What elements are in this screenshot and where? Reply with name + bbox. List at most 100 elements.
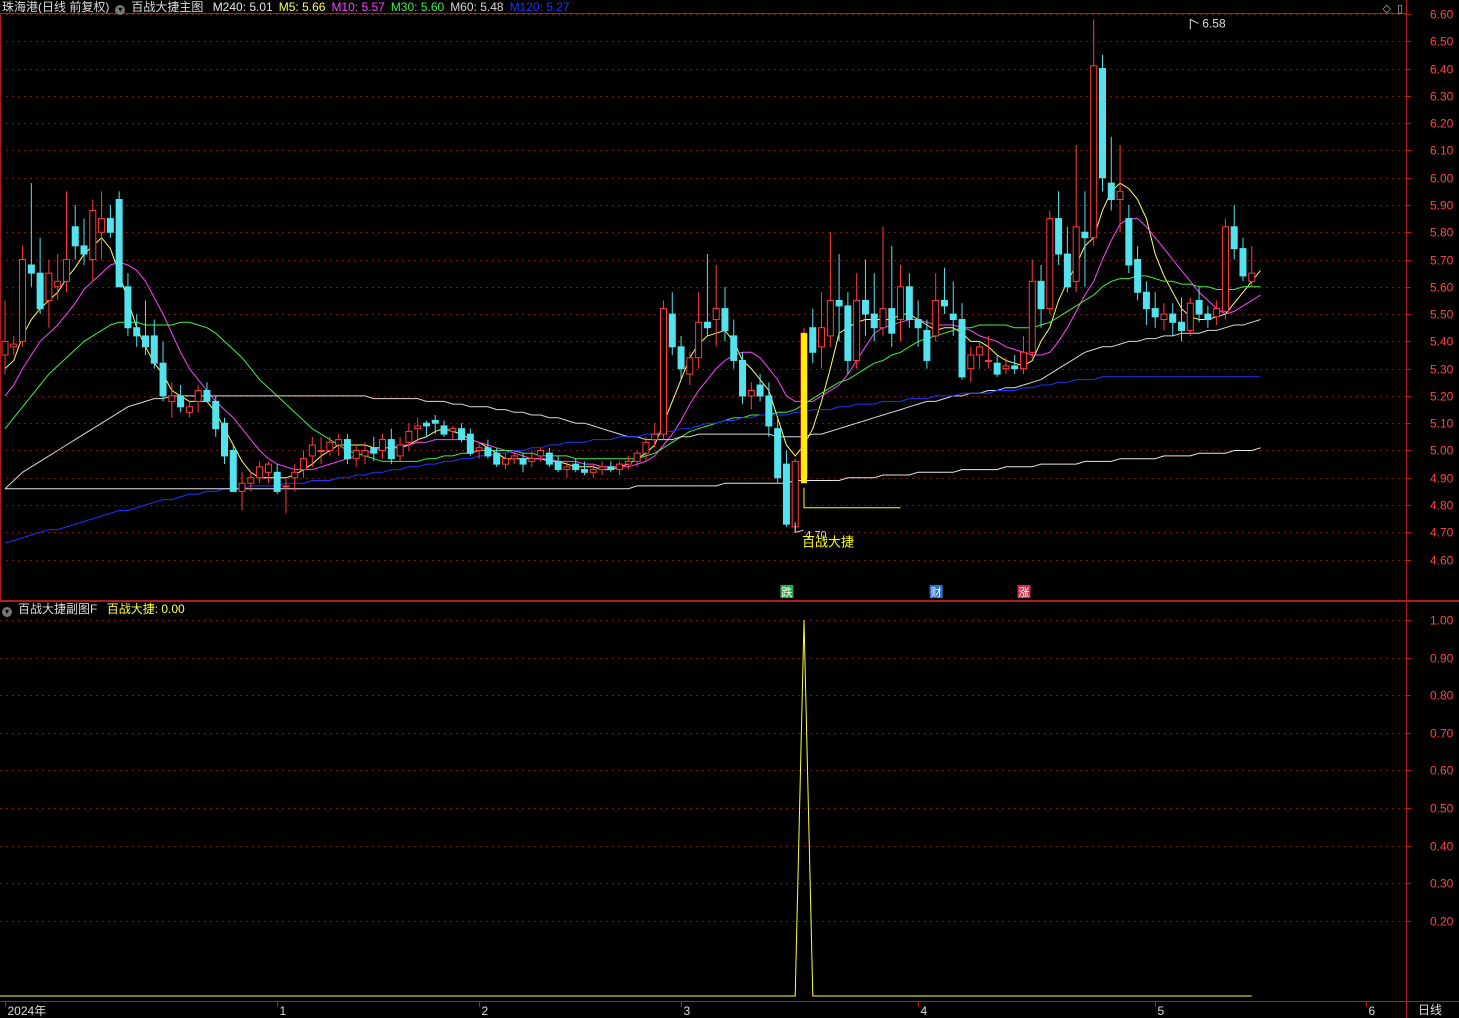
candle bbox=[993, 355, 1001, 377]
candle-body bbox=[1037, 280, 1045, 310]
candle-body bbox=[273, 471, 281, 492]
event-marker[interactable]: 财 bbox=[929, 585, 943, 599]
candle bbox=[71, 204, 79, 260]
candle-body bbox=[1160, 313, 1168, 321]
candle bbox=[405, 423, 413, 451]
moving-averages bbox=[4, 182, 1261, 544]
candle-body bbox=[484, 447, 492, 457]
candle-body bbox=[598, 466, 606, 471]
candle-body bbox=[106, 218, 114, 233]
candle bbox=[1107, 136, 1115, 211]
candle bbox=[449, 425, 457, 440]
diamond-icon[interactable]: ◇ bbox=[1382, 3, 1390, 15]
event-marker[interactable]: 跌 bbox=[780, 585, 794, 599]
candle-body bbox=[809, 327, 817, 353]
candle bbox=[923, 319, 931, 369]
candle-body bbox=[528, 458, 536, 462]
candle-body bbox=[537, 449, 545, 457]
candle-body bbox=[642, 441, 650, 454]
candle-body bbox=[870, 313, 878, 329]
candle bbox=[1, 300, 9, 375]
candle-body bbox=[493, 452, 501, 465]
candle bbox=[1204, 305, 1212, 328]
candle bbox=[712, 264, 720, 347]
candle-body bbox=[150, 335, 158, 364]
candle-body bbox=[343, 439, 351, 460]
indicator-menu-icon[interactable]: ▾ bbox=[115, 5, 126, 15]
main-y-tick-label: 6.60 bbox=[1430, 8, 1454, 22]
candle-body bbox=[440, 425, 448, 435]
sub-grid: 1.00 0.90 0.80 0.70 0.60 0.50 0.40 0.30 0.20 bbox=[0, 614, 1454, 929]
period-label[interactable]: 日线 bbox=[1418, 1003, 1442, 1017]
candle bbox=[818, 292, 826, 369]
candle-body bbox=[1063, 253, 1071, 288]
stock-title[interactable]: 珠海港(日线 前复权) bbox=[2, 0, 109, 14]
candle bbox=[765, 382, 773, 437]
sub-indicator-menu-icon[interactable]: ▾ bbox=[2, 607, 12, 617]
candle bbox=[1142, 281, 1150, 325]
candle bbox=[379, 434, 387, 459]
candle-body bbox=[291, 471, 299, 479]
sub-y-tick-label: 0.70 bbox=[1430, 727, 1454, 741]
candle bbox=[870, 273, 878, 342]
candle-body bbox=[89, 209, 97, 261]
candle-body bbox=[853, 299, 861, 361]
candle-body bbox=[10, 343, 18, 348]
candle-body bbox=[1204, 313, 1212, 321]
candle bbox=[458, 423, 466, 443]
candle bbox=[45, 259, 53, 328]
candle-body bbox=[563, 466, 571, 471]
candle-body bbox=[545, 452, 553, 465]
candle-body bbox=[1213, 308, 1221, 318]
candle bbox=[914, 300, 922, 347]
candle bbox=[501, 453, 509, 470]
candle bbox=[1090, 19, 1098, 246]
ma-legend-m10: M10: 5.57 bbox=[331, 0, 385, 14]
candle bbox=[203, 382, 211, 402]
signal-label: 百战大捷 bbox=[802, 535, 854, 550]
candle-body bbox=[1072, 226, 1080, 282]
candle bbox=[1151, 292, 1159, 328]
candle-body bbox=[501, 458, 509, 465]
candle-body bbox=[932, 299, 940, 337]
candle-body bbox=[686, 357, 694, 375]
main-y-tick-label: 4.60 bbox=[1430, 554, 1454, 568]
candle bbox=[229, 445, 237, 492]
candle bbox=[826, 232, 834, 347]
candle bbox=[1099, 54, 1106, 192]
candle bbox=[624, 455, 632, 470]
candle bbox=[940, 267, 948, 315]
candle-body bbox=[405, 430, 413, 443]
candle-body bbox=[1055, 218, 1063, 255]
candle-body bbox=[1046, 218, 1054, 310]
candle bbox=[668, 292, 676, 355]
candle bbox=[616, 461, 624, 476]
time-tick-label: 2024年 bbox=[8, 1004, 47, 1018]
main-y-tick-label: 6.40 bbox=[1430, 63, 1454, 77]
sub-y-tick-label: 0.80 bbox=[1430, 689, 1454, 703]
main-indicator-name[interactable]: 百战大捷主图 bbox=[131, 0, 203, 14]
candle bbox=[221, 417, 228, 465]
candle-body bbox=[888, 308, 896, 334]
main-y-tick-label: 5.30 bbox=[1430, 363, 1454, 377]
event-marker[interactable]: 涨 bbox=[1017, 585, 1031, 599]
candle bbox=[1063, 226, 1071, 293]
window-icon[interactable]: ▯ bbox=[1397, 3, 1403, 15]
sub-indicator-name[interactable]: 百战大捷副图F bbox=[18, 602, 97, 616]
candle bbox=[1221, 218, 1229, 320]
candle-body bbox=[879, 308, 887, 329]
candle bbox=[484, 439, 492, 459]
stock-chart-canvas[interactable]: 6.60 6.50 6.40 6.30 6.20 6.10 6.00 5.90 5.80 5.70… bbox=[0, 0, 1459, 1018]
candle-body bbox=[624, 460, 632, 465]
candle bbox=[686, 352, 694, 386]
candle-body bbox=[607, 466, 615, 471]
candle bbox=[10, 335, 18, 355]
ma-legend-m120: M120: 5.27 bbox=[509, 0, 570, 14]
candle-body bbox=[1028, 280, 1036, 353]
candle bbox=[589, 464, 597, 478]
candle-body bbox=[352, 449, 360, 460]
candle-body bbox=[791, 460, 799, 528]
candle-body bbox=[861, 299, 869, 315]
time-tick-label: 6 bbox=[1369, 1004, 1376, 1018]
candle bbox=[879, 226, 887, 336]
